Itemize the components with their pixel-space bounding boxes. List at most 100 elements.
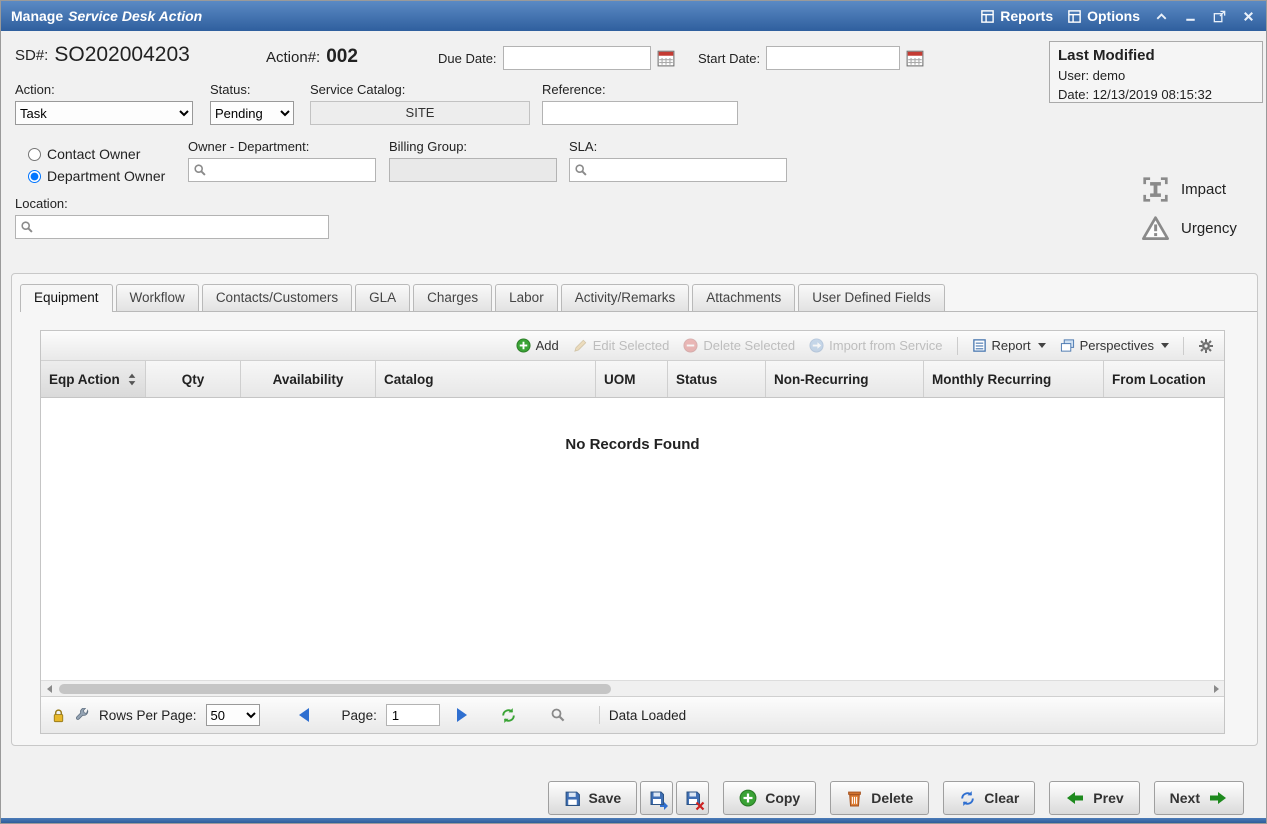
reference-input[interactable] bbox=[542, 101, 738, 125]
titlebar: Manage Service Desk Action Reports Optio… bbox=[1, 1, 1266, 31]
last-modified-user: User: demo bbox=[1058, 67, 1254, 86]
save-and-close-button[interactable] bbox=[676, 781, 709, 815]
sort-icon bbox=[127, 372, 137, 387]
owner-department-search-icon[interactable] bbox=[193, 163, 207, 177]
impact-item[interactable]: Impact bbox=[1142, 176, 1237, 203]
rows-per-page-select[interactable]: 50 bbox=[206, 704, 260, 726]
scroll-right-button[interactable] bbox=[1208, 681, 1224, 697]
column-header-uom[interactable]: UOM bbox=[596, 361, 668, 397]
scrollbar-thumb[interactable] bbox=[59, 684, 611, 694]
column-header-monthly-recurring[interactable]: Monthly Recurring bbox=[924, 361, 1104, 397]
tab-gla[interactable]: GLA bbox=[355, 284, 410, 311]
urgency-item[interactable]: Urgency bbox=[1142, 215, 1237, 242]
page-number-input[interactable] bbox=[386, 704, 440, 726]
grid-header-row: Eqp Action Qty Availability Catalog UOM … bbox=[41, 361, 1224, 398]
due-date-calendar-icon[interactable] bbox=[657, 49, 675, 67]
save-and-next-button[interactable] bbox=[640, 781, 673, 815]
sd-number: SD#: SO202004203 bbox=[15, 43, 190, 67]
previous-page-icon[interactable] bbox=[299, 708, 309, 722]
tab-charges[interactable]: Charges bbox=[413, 284, 492, 311]
action-number: Action#: 002 bbox=[266, 46, 358, 68]
location-search-icon[interactable] bbox=[20, 220, 34, 234]
grid-settings-gear-icon[interactable] bbox=[1198, 338, 1214, 354]
pager-separator bbox=[599, 706, 600, 724]
next-page-icon[interactable] bbox=[457, 708, 467, 722]
service-catalog-label: Service Catalog: bbox=[310, 82, 530, 97]
data-loaded-status: Data Loaded bbox=[609, 708, 686, 723]
report-label: Report bbox=[992, 338, 1031, 353]
minimize-button[interactable] bbox=[1183, 9, 1198, 24]
sla-search-icon[interactable] bbox=[574, 163, 588, 177]
due-date-input[interactable] bbox=[503, 46, 651, 70]
start-date-input[interactable] bbox=[766, 46, 900, 70]
wrench-icon[interactable] bbox=[75, 708, 90, 723]
delete-button[interactable]: Delete bbox=[830, 781, 929, 815]
edit-selected-button: Edit Selected bbox=[573, 338, 670, 353]
tab-equipment[interactable]: Equipment bbox=[20, 284, 113, 312]
collapse-button[interactable] bbox=[1154, 9, 1169, 24]
perspectives-button[interactable]: Perspectives bbox=[1060, 338, 1169, 353]
tab-attachments[interactable]: Attachments bbox=[692, 284, 795, 311]
impact-icon bbox=[1142, 176, 1169, 203]
copy-button[interactable]: Copy bbox=[723, 781, 816, 815]
tab-labor[interactable]: Labor bbox=[495, 284, 558, 311]
add-button[interactable]: Add bbox=[516, 338, 559, 353]
column-header-status[interactable]: Status bbox=[668, 361, 766, 397]
tab-activity-remarks[interactable]: Activity/Remarks bbox=[561, 284, 690, 311]
location-label: Location: bbox=[15, 196, 329, 211]
reports-menu[interactable]: Reports bbox=[980, 8, 1053, 24]
column-header-from-location[interactable]: From Location bbox=[1104, 361, 1224, 397]
close-button[interactable] bbox=[1241, 9, 1256, 24]
contact-owner-radio[interactable] bbox=[28, 148, 41, 161]
clear-label: Clear bbox=[984, 790, 1019, 806]
column-label: UOM bbox=[604, 372, 636, 387]
save-label: Save bbox=[589, 790, 622, 806]
tab-user-defined-fields[interactable]: User Defined Fields bbox=[798, 284, 945, 311]
column-header-qty[interactable]: Qty bbox=[146, 361, 241, 397]
column-header-availability[interactable]: Availability bbox=[241, 361, 376, 397]
minimize-icon bbox=[1183, 9, 1198, 24]
sla-field: SLA: bbox=[569, 139, 787, 182]
sla-input[interactable] bbox=[569, 158, 787, 182]
refresh-icon[interactable] bbox=[500, 707, 517, 724]
grid-toolbar: Add Edit Selected Delete Selected Import… bbox=[41, 331, 1224, 361]
save-floppy-icon bbox=[564, 790, 581, 807]
footer-button-bar: Save Copy Delete Clear Prev Next bbox=[548, 781, 1244, 815]
popout-icon bbox=[1212, 9, 1227, 24]
location-input[interactable] bbox=[15, 215, 329, 239]
save-button[interactable]: Save bbox=[548, 781, 638, 815]
options-menu[interactable]: Options bbox=[1067, 8, 1140, 24]
perspectives-caret-icon bbox=[1161, 343, 1169, 348]
equipment-grid: Add Edit Selected Delete Selected Import… bbox=[40, 330, 1225, 734]
horizontal-scrollbar[interactable] bbox=[41, 680, 1224, 696]
column-label: Status bbox=[676, 372, 717, 387]
department-owner-radio[interactable] bbox=[28, 170, 41, 183]
prev-button[interactable]: Prev bbox=[1049, 781, 1139, 815]
close-icon bbox=[1241, 9, 1256, 24]
scroll-left-button[interactable] bbox=[41, 681, 57, 697]
column-label: Monthly Recurring bbox=[932, 372, 1051, 387]
status-field: Status: Pending bbox=[210, 82, 294, 125]
scroll-right-icon bbox=[1214, 685, 1219, 693]
tab-contacts-customers[interactable]: Contacts/Customers bbox=[202, 284, 352, 311]
report-caret-icon bbox=[1038, 343, 1046, 348]
next-button[interactable]: Next bbox=[1154, 781, 1244, 815]
tab-workflow[interactable]: Workflow bbox=[116, 284, 199, 311]
action-select[interactable]: Task bbox=[15, 101, 193, 125]
chevron-up-icon bbox=[1154, 9, 1169, 24]
report-button[interactable]: Report bbox=[972, 338, 1046, 353]
status-select[interactable]: Pending bbox=[210, 101, 294, 125]
sd-number-label: SD#: bbox=[15, 47, 48, 64]
column-header-non-recurring[interactable]: Non-Recurring bbox=[766, 361, 924, 397]
popout-button[interactable] bbox=[1212, 9, 1227, 24]
start-date-calendar-icon[interactable] bbox=[906, 49, 924, 67]
toolbar-separator bbox=[1183, 337, 1184, 355]
column-header-eqp-action[interactable]: Eqp Action bbox=[41, 361, 146, 397]
owner-department-input[interactable] bbox=[188, 158, 376, 182]
lock-icon[interactable] bbox=[51, 708, 66, 723]
reports-label: Reports bbox=[1000, 8, 1053, 24]
toolbar-separator bbox=[957, 337, 958, 355]
clear-button[interactable]: Clear bbox=[943, 781, 1035, 815]
column-header-catalog[interactable]: Catalog bbox=[376, 361, 596, 397]
grid-search-icon[interactable] bbox=[550, 707, 566, 723]
